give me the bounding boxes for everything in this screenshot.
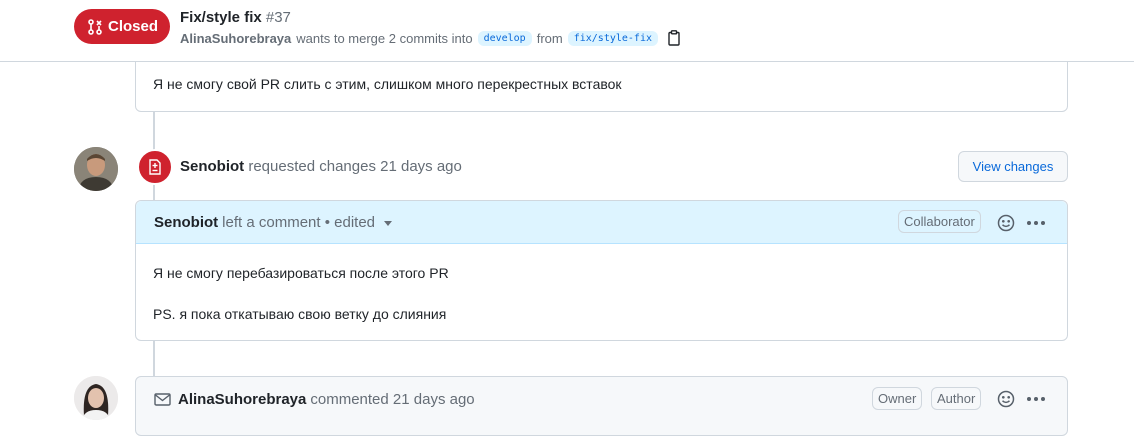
pr-sticky-header: Closed Fix/style fix #37 AlinaSuhorebray… [0,0,1134,62]
pr-title-text[interactable]: Fix/style fix [180,9,262,26]
smiley-icon[interactable] [994,387,1018,411]
review-time[interactable]: 21 days ago [380,158,462,175]
pr-meta: AlinaSuhorebraya wants to merge 2 commit… [180,30,681,46]
comment-box: AlinaSuhorebraya commented 21 days ago O… [135,376,1068,436]
comment-author[interactable]: Senobiot [154,214,218,231]
file-diff-icon [137,149,173,185]
view-changes-button[interactable]: View changes [958,151,1068,182]
comment-author[interactable]: AlinaSuhorebraya [178,391,306,408]
kebab-horizontal-icon[interactable] [1024,387,1048,411]
owner-badge: Owner [872,387,923,410]
comment-header-text: Senobiot left a comment • edited [154,214,393,231]
triangle-down-icon[interactable] [383,218,393,228]
copy-icon[interactable] [667,30,681,46]
comment-body-line-1: Я не смогу перебазироваться после этого … [153,265,449,281]
comment-meta[interactable]: commented 21 days ago [310,391,474,408]
merge-text: wants to merge 2 commits into [296,30,473,46]
collaborator-badge: Collaborator [898,210,981,233]
review-comment-box: Senobiot left a comment • edited Collabo… [135,200,1068,341]
comment-header: Senobiot left a comment • edited Collabo… [136,201,1067,244]
comment-body-line-2: PS. я пока откатываю свою ветку до слиян… [153,306,447,322]
from-text: from [536,30,563,46]
comment-meta[interactable]: left a comment • edited [222,214,375,231]
review-action: requested changes [248,158,376,175]
git-pull-request-closed-icon [88,18,102,35]
pr-state-badge: Closed [74,9,170,44]
avatar[interactable] [74,376,118,420]
author-badge: Author [931,387,982,410]
mail-icon [154,393,171,406]
avatar[interactable] [74,147,118,191]
review-author[interactable]: Senobiot [180,158,244,175]
head-branch[interactable]: fix/style-fix [567,30,658,46]
kebab-horizontal-icon[interactable] [1024,211,1048,235]
pr-author-link[interactable]: AlinaSuhorebraya [180,31,291,46]
pr-state-label: Closed [108,18,159,35]
pr-number: #37 [265,9,291,26]
review-event: Senobiot requested changes 21 days ago [180,158,462,175]
base-branch[interactable]: develop [477,30,532,46]
pr-title: Fix/style fix #37 [180,9,291,26]
comment-header-text: AlinaSuhorebraya commented 21 days ago [154,391,475,408]
comment-body: Я не смогу свой PR слить с этим, слишком… [153,76,622,92]
smiley-icon[interactable] [994,211,1018,235]
